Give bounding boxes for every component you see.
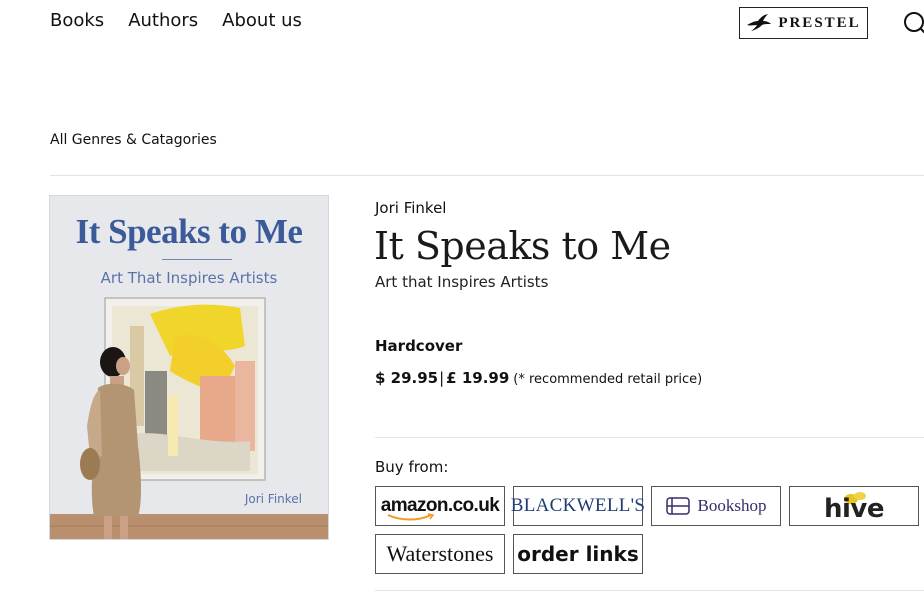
book-subtitle: Art that Inspires Artists xyxy=(375,273,549,291)
cover-title: It Speaks to Me xyxy=(75,212,303,251)
main-nav: Books Authors About us xyxy=(50,10,302,31)
search-icon[interactable] xyxy=(900,10,924,40)
prestel-logo[interactable]: PRESTEL xyxy=(739,7,868,39)
nav-about-us[interactable]: About us xyxy=(222,10,302,31)
bookshop-button[interactable]: Bookshop xyxy=(651,486,781,526)
amazon-button[interactable]: amazon.co.uk xyxy=(375,486,505,526)
bookshop-label: Bookshop xyxy=(697,496,767,515)
waterstones-label: Waterstones xyxy=(386,541,494,566)
buy-from-label: Buy from: xyxy=(375,458,449,476)
book-cover[interactable]: It Speaks to Me Art That Inspires Artist… xyxy=(49,195,329,540)
breadcrumb[interactable]: All Genres & Catagories xyxy=(50,132,217,148)
divider xyxy=(50,175,924,176)
price-usd: $ 29.95 xyxy=(375,369,439,387)
book-author[interactable]: Jori Finkel xyxy=(375,199,446,217)
price-line: $ 29.95 | £ 19.99 (* recommended retail … xyxy=(375,369,702,387)
divider xyxy=(375,437,924,438)
price-separator: | xyxy=(439,369,445,387)
bookshop-b-icon xyxy=(665,497,690,515)
logo-wordmark: PRESTEL xyxy=(778,14,861,31)
order-links-button[interactable]: order links xyxy=(513,534,643,574)
nav-books[interactable]: Books xyxy=(50,10,104,31)
bookshop-logo: Bookshop xyxy=(665,496,767,516)
nav-authors[interactable]: Authors xyxy=(128,10,198,31)
divider xyxy=(375,590,924,591)
waterstones-button[interactable]: Waterstones xyxy=(375,534,505,574)
amazon-logo: amazon.co.uk xyxy=(381,495,500,521)
book-format: Hardcover xyxy=(375,337,463,355)
blackwells-label: BLACKWELL'S xyxy=(510,495,646,516)
cover-subtitle: Art That Inspires Artists xyxy=(100,269,278,287)
price-note: (* recommended retail price) xyxy=(513,372,703,387)
book-title: It Speaks to Me xyxy=(374,224,671,268)
blackwells-button[interactable]: BLACKWELL'S xyxy=(510,486,646,526)
bird-icon xyxy=(747,14,772,31)
price-gbp: £ 19.99 xyxy=(446,369,510,387)
hive-button[interactable]: hive xyxy=(789,486,919,526)
order-links-label: order links xyxy=(517,542,639,566)
cover-author: Jori Finkel xyxy=(244,492,302,506)
cover-rule xyxy=(162,259,232,260)
amazon-smile-icon xyxy=(387,513,435,521)
hive-label: hive xyxy=(823,494,885,524)
